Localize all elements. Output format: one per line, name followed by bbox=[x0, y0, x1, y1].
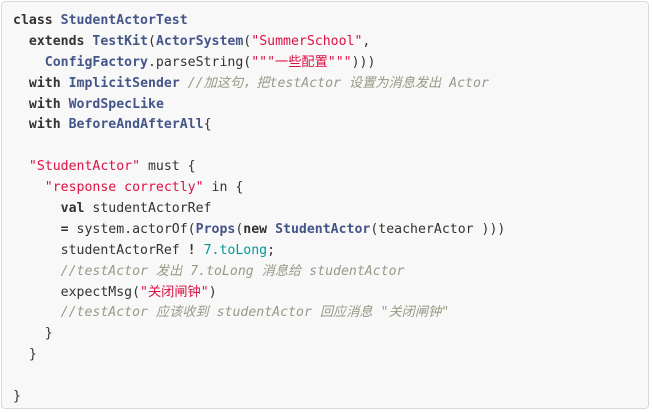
code-text: ; bbox=[267, 242, 276, 258]
code-line: } bbox=[13, 345, 505, 366]
code-type: Props bbox=[195, 221, 236, 237]
code-keyword: with bbox=[28, 96, 61, 112]
code-text: } bbox=[13, 389, 21, 405]
code-comment: //testActor 应该收到 studentActor 回应消息 "关闭闸钟… bbox=[60, 305, 450, 321]
code-string: "关闭闸钟" bbox=[140, 284, 209, 300]
code-type: ConfigFactory bbox=[44, 54, 148, 70]
code-line: } bbox=[13, 324, 505, 345]
code-text: studentActorRef bbox=[84, 201, 212, 217]
code-text: system.actorOf( bbox=[68, 221, 196, 237]
code-line: studentActorRef ! 7.toLong; bbox=[13, 241, 505, 262]
code-line: "StudentActor" must { bbox=[13, 157, 505, 178]
code-line: = system.actorOf(Props(new StudentActor(… bbox=[13, 220, 506, 241]
code-comment: //testActor 发出 7.toLong 消息给 studentActor bbox=[60, 263, 405, 279]
code-line: ConfigFactory.parseString("""一些配置"""))) bbox=[13, 53, 505, 74]
code-type: BeforeAndAfterAll bbox=[68, 117, 204, 133]
code-line: extends TestKit(ActorSystem("SummerSchoo… bbox=[13, 32, 505, 53]
code-type: WordSpecLike bbox=[68, 96, 164, 112]
code-line: val studentActorRef bbox=[13, 199, 505, 220]
code-keyword: new bbox=[243, 221, 268, 237]
code-string: """一些配置""" bbox=[251, 54, 352, 70]
code-text: } bbox=[13, 347, 37, 363]
code-text: (teacherActor ))) bbox=[370, 221, 506, 237]
code-line: with ImplicitSender //加这句，把testActor 设置为… bbox=[13, 74, 505, 95]
code-comment: //加这句，把testActor 设置为消息发出 Actor bbox=[187, 75, 489, 91]
code-text: must { bbox=[140, 159, 196, 175]
code-line: expectMsg("关闭闸钟") bbox=[13, 283, 505, 304]
code-line: class StudentActorTest bbox=[13, 11, 505, 32]
code-type: StudentActorTest bbox=[60, 13, 188, 28]
code-keyword: with bbox=[28, 75, 61, 91]
code-text: } bbox=[13, 326, 53, 342]
code-line: } bbox=[13, 387, 505, 408]
code-keyword: val bbox=[60, 201, 85, 217]
code-line: with WordSpecLike bbox=[13, 95, 505, 116]
code-text: .parseString( bbox=[147, 54, 252, 70]
code-keyword: class bbox=[13, 13, 53, 28]
code-text: , bbox=[362, 33, 371, 49]
code-type: TestKit bbox=[92, 33, 148, 49]
code-block: class StudentActorTest extends TestKit(A… bbox=[1, 1, 649, 409]
code-type: ActorSystem bbox=[155, 33, 244, 49]
code-text: ) bbox=[208, 284, 217, 300]
code-string: "response correctly" bbox=[44, 180, 204, 196]
code-keyword: extends bbox=[28, 33, 85, 49]
code-type: StudentActor bbox=[275, 221, 371, 237]
code-operator: ! bbox=[187, 242, 196, 258]
code-text: expectMsg( bbox=[13, 284, 141, 300]
code-text: ))) bbox=[351, 54, 376, 70]
code-string: "StudentActor" bbox=[28, 159, 141, 175]
code-operator: = bbox=[60, 221, 69, 237]
code-text: in { bbox=[203, 180, 244, 196]
code-listing: class StudentActorTest extends TestKit(A… bbox=[13, 11, 505, 408]
code-line: "response correctly" in { bbox=[13, 178, 505, 199]
code-keyword: with bbox=[28, 117, 61, 133]
code-text: ( bbox=[148, 33, 156, 49]
code-text: { bbox=[203, 117, 212, 133]
code-line: //testActor 应该收到 studentActor 回应消息 "关闭闸钟… bbox=[13, 303, 505, 324]
code-text: studentActorRef bbox=[13, 242, 188, 258]
code-string: "SummerSchool" bbox=[251, 33, 363, 49]
code-line: //testActor 发出 7.toLong 消息给 studentActor bbox=[13, 262, 505, 283]
code-line: with BeforeAndAfterAll{ bbox=[13, 115, 505, 136]
code-number: 7.toLong bbox=[203, 242, 268, 258]
code-type: ImplicitSender bbox=[68, 75, 180, 91]
